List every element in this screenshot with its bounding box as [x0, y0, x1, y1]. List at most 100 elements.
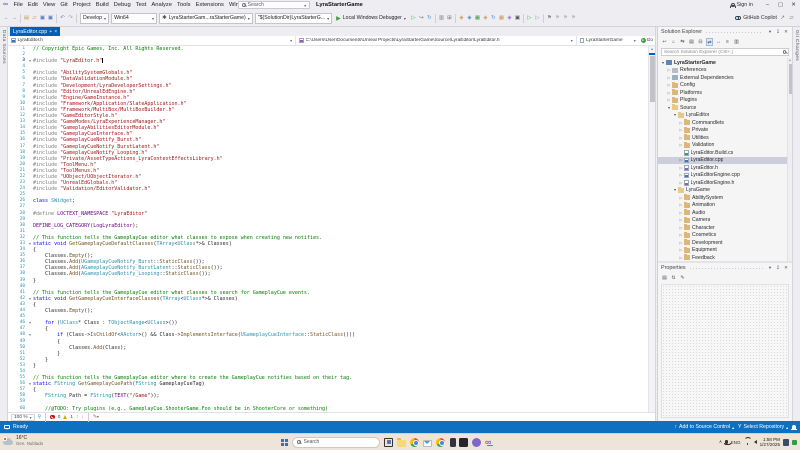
scroll-up-icon[interactable]: ▲: [649, 46, 655, 52]
code-cleanup-icon[interactable]: ⚲: [38, 414, 42, 420]
chevron-down-icon[interactable]: ▾: [767, 265, 773, 271]
error-count[interactable]: 0: [58, 415, 61, 420]
phone-link-icon[interactable]: [450, 438, 456, 447]
chrome-icon[interactable]: [410, 438, 419, 447]
tree-item-lyraeditor-h[interactable]: ▷LyraEditor.h: [658, 164, 792, 172]
weather-widget[interactable]: 16°C Gen. Nublado: [3, 435, 43, 447]
pin-icon[interactable]: ↧: [775, 265, 781, 271]
unreal-refresh-icon[interactable]: ↻: [490, 14, 497, 22]
nav-project-dropdown[interactable]: LyraStarterGame ▾: [577, 36, 639, 45]
tree-item-plugins[interactable]: ▷Plugins: [658, 97, 792, 105]
rebuild-icon[interactable]: ◈: [466, 14, 473, 22]
tree-item-lyragame[interactable]: ▼LyraGame: [658, 187, 792, 195]
tree-item-references[interactable]: ▷References: [658, 67, 792, 75]
build-icon[interactable]: ◈: [458, 14, 465, 22]
split-window-icon[interactable]: ▥: [438, 14, 445, 22]
tree-item-lyraeditor[interactable]: ▼LyraEditor: [658, 112, 792, 120]
code-line[interactable]: 60 //@TODO: Try plugins (e.g., GameplayC…: [8, 406, 655, 412]
go-button[interactable]: ▸ Go: [639, 38, 655, 43]
mail-icon[interactable]: [423, 440, 432, 447]
refresh-icon[interactable]: ↻: [426, 14, 433, 22]
add-to-source-control-button[interactable]: ↑ Add to Source Control ▴: [674, 424, 734, 430]
tree-item-commandlets[interactable]: ▷Commandlets: [658, 119, 792, 127]
clear-bookmarks-icon[interactable]: ⚑: [570, 14, 577, 22]
quick-build-icon[interactable]: ▦: [498, 14, 505, 22]
property-pages-icon[interactable]: ✎: [679, 274, 686, 282]
chevron-down-icon[interactable]: ▾: [767, 29, 773, 35]
volume-icon[interactable]: [754, 440, 757, 444]
tree-item-source[interactable]: ▼Source: [658, 104, 792, 112]
menu-debug[interactable]: Debug: [111, 0, 133, 10]
taskbar-search-box[interactable]: Search: [292, 437, 380, 448]
compile-icon[interactable]: ◈: [506, 14, 513, 22]
maximize-button[interactable]: ▢: [774, 0, 787, 10]
solution-explorer-scrollbar[interactable]: ▲: [787, 58, 792, 261]
settings-icon[interactable]: ≡: [724, 38, 731, 46]
nav-path-dropdown[interactable]: C:\Users\User\Documents\Unreal Projects\…: [296, 36, 577, 45]
start-without-debugging-icon[interactable]: ▷: [410, 14, 417, 22]
task-view-icon[interactable]: [384, 438, 393, 447]
language-indicator[interactable]: ENG: [731, 440, 741, 445]
window-layout-icon[interactable]: ⊞: [446, 14, 453, 22]
menu-project[interactable]: Project: [70, 0, 93, 10]
notifications-bell-icon[interactable]: [792, 425, 796, 429]
scrollbar-thumb[interactable]: [650, 56, 655, 102]
tree-item-development[interactable]: ▷Development: [658, 239, 792, 247]
debug-tests-icon[interactable]: ▷: [534, 14, 541, 22]
home-icon[interactable]: ⌂: [670, 38, 677, 46]
menu-test[interactable]: Test: [133, 0, 149, 10]
pin-tab-icon[interactable]: +: [49, 29, 52, 35]
tree-item-camera[interactable]: ▷Camera: [658, 217, 792, 225]
switch-views-icon[interactable]: ⇆: [679, 38, 686, 46]
tree-item-cosmetics[interactable]: ▷Cosmetics: [658, 232, 792, 240]
attach-to-process-icon[interactable]: ↪: [418, 14, 425, 22]
open-file-icon[interactable]: ▱: [31, 14, 38, 22]
select-repository-button[interactable]: Y Select Repository ▴: [738, 424, 788, 430]
chat-app-icon[interactable]: [472, 438, 481, 447]
quick-search-box[interactable]: Search ▾: [238, 1, 310, 9]
show-hidden-icons-chevron[interactable]: ∧: [719, 439, 722, 445]
alphabetical-icon[interactable]: ⇅: [670, 274, 677, 282]
editor-vertical-scrollbar[interactable]: ▲: [648, 46, 655, 412]
alignment-icon[interactable]: ↔: [715, 38, 722, 46]
next-issue-icon[interactable]: ↓: [81, 415, 83, 420]
tray-notification-icon[interactable]: [792, 440, 797, 445]
solution-platforms-dropdown[interactable]: Win64▾: [111, 13, 157, 24]
tree-item-lyraeditor-cpp[interactable]: ▷LyraEditor.cpp: [658, 157, 792, 165]
tree-item-lyraeditor-build-cs[interactable]: LyraEditor.Build.cs: [658, 149, 792, 157]
solution-explorer-title-bar[interactable]: Solution Explorer ▾ ↧ ✕: [658, 27, 792, 37]
zoom-level-dropdown[interactable]: 100 % ▾: [11, 414, 35, 421]
share-icon[interactable]: ↗: [779, 14, 786, 22]
microphone-icon[interactable]: [725, 440, 727, 444]
tree-item-utilities[interactable]: ▷Utilities: [658, 134, 792, 142]
tray-app-icon[interactable]: [783, 439, 789, 446]
menu-analyze[interactable]: Analyze: [149, 0, 175, 10]
tree-item-lyraeditorengine-h[interactable]: ▷LyraEditorEngine.h: [658, 179, 792, 187]
next-bookmark-icon[interactable]: ⚑: [562, 14, 569, 22]
menu-view[interactable]: View: [40, 0, 57, 10]
document-tab[interactable]: LyraEditor.cpp + ×: [10, 27, 60, 36]
chrome-profile-icon[interactable]: [436, 438, 445, 447]
tree-item-character[interactable]: ▷Character: [658, 224, 792, 232]
tree-item-audio[interactable]: ▷Audio: [658, 209, 792, 217]
start-debugging-button[interactable]: ▶ Local Windows Debugger ▾: [334, 15, 408, 22]
menu-file[interactable]: File: [11, 0, 25, 10]
run-tests-icon[interactable]: ▷: [526, 14, 533, 22]
save-all-icon[interactable]: ▣: [47, 14, 54, 22]
menu-git[interactable]: Git: [58, 0, 70, 10]
tree-item-animation[interactable]: ▷Animation: [658, 202, 792, 210]
collapse-all-icon[interactable]: ⊟: [697, 38, 704, 46]
menu-edit[interactable]: Edit: [25, 0, 40, 10]
tree-item-equipment[interactable]: ▷Equipment: [658, 247, 792, 255]
minimize-button[interactable]: –: [761, 0, 774, 10]
close-icon[interactable]: ✕: [783, 29, 789, 35]
close-button[interactable]: ✕: [787, 0, 800, 10]
pin-icon[interactable]: ↧: [775, 29, 781, 35]
tree-item-platforms[interactable]: ▷Platforms: [658, 89, 792, 97]
properties-title-bar[interactable]: Properties ▾ ↧ ✕: [658, 263, 792, 273]
menu-tools[interactable]: Tools: [175, 0, 194, 10]
redo-icon[interactable]: ↷: [67, 14, 74, 22]
close-tab-icon[interactable]: ×: [54, 29, 57, 35]
sync-with-active-document-icon[interactable]: ⇄: [706, 38, 713, 46]
scrollbar-thumb[interactable]: [789, 64, 793, 94]
